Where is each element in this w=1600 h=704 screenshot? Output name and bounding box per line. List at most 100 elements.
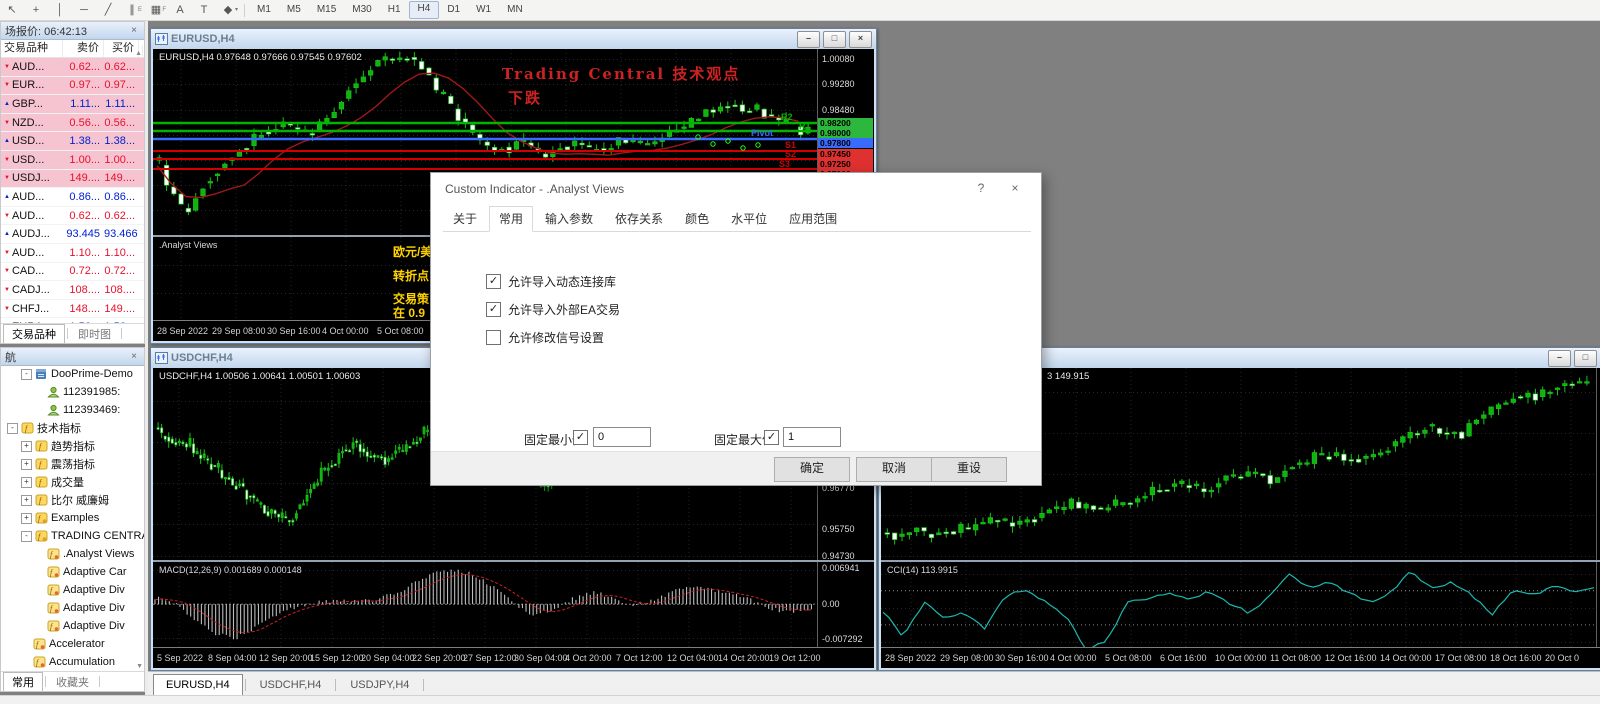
market-watch-tab-交易品种[interactable]: 交易品种 (3, 324, 65, 343)
fixed-max-checkbox[interactable]: ✓ (764, 430, 779, 445)
fixed-min-input[interactable]: 0 (593, 427, 651, 447)
navigator-tab-收藏夹[interactable]: 收藏夹 (48, 672, 97, 691)
tree-item-成交量[interactable]: +f成交量 (1, 473, 144, 491)
chart-tab-eurusd-h4[interactable]: EURUSD,H4 (153, 674, 243, 695)
column-header-0[interactable]: 交易品种 (1, 40, 63, 57)
maximize-button[interactable]: □ (823, 31, 846, 48)
symbol-row[interactable]: ▲AUD...0.86...0.86... (1, 188, 144, 207)
tree-item-accumulation[interactable]: fAccumulation (1, 653, 144, 671)
tool-cursor-icon[interactable]: ↖ (0, 1, 24, 19)
help-icon[interactable]: ? (973, 181, 989, 195)
tool-trendline-icon[interactable]: ╱ (96, 1, 120, 19)
maximize-button[interactable]: □ (1574, 350, 1597, 367)
dialog-tab-颜色[interactable]: 颜色 (675, 206, 719, 231)
symbol-row[interactable]: ▼EUR...0.97...0.97... (1, 77, 144, 96)
checkbox-unchecked[interactable] (486, 330, 501, 345)
tool-text-icon[interactable]: A (168, 1, 192, 19)
symbol-row[interactable]: ▼AUD...0.62...0.62... (1, 58, 144, 77)
chart-tab-usdjpy-h4[interactable]: USDJPY,H4 (338, 675, 421, 695)
close-button[interactable]: × (849, 31, 872, 48)
close-icon[interactable]: × (128, 25, 140, 36)
tree-item-技术指标[interactable]: -f技术指标 (1, 419, 144, 437)
time-axis-usdjpy[interactable]: 28 Sep 202229 Sep 08:0030 Sep 16:004 Oct… (881, 647, 1600, 668)
reset-button[interactable]: 重设 (931, 457, 1007, 482)
symbol-row[interactable]: ▲AUDJ...93.44593.466 (1, 225, 144, 244)
tree-item-adaptive-div[interactable]: fAdaptive Div (1, 599, 144, 617)
expand-toggle[interactable]: - (21, 531, 32, 542)
tool-text-label-icon[interactable]: T (192, 1, 216, 19)
column-header-1[interactable]: 卖价 (63, 40, 104, 57)
timeframe-mn-button[interactable]: MN (499, 2, 531, 18)
tree-item-dooprime-demo[interactable]: -DooPrime-Demo (1, 365, 144, 383)
tool-equidistant-channel-icon[interactable]: ∥E (120, 1, 144, 19)
tree-item--analyst-views[interactable]: f.Analyst Views (1, 545, 144, 563)
tool-fibonacci-icon[interactable]: ▦F (144, 1, 168, 19)
close-icon[interactable]: × (128, 351, 140, 362)
tool-horizontal-line-icon[interactable]: ─ (72, 1, 96, 19)
dialog-tab-依存关系[interactable]: 依存关系 (605, 206, 673, 231)
tree-item-比尔-威廉姆[interactable]: +f比尔 威廉姆 (1, 491, 144, 509)
minimize-button[interactable]: – (797, 31, 820, 48)
expand-toggle[interactable]: + (21, 495, 32, 506)
timeframe-m15-button[interactable]: M15 (309, 2, 344, 18)
expand-toggle[interactable]: - (7, 423, 18, 434)
fixed-max-input[interactable]: 1 (783, 427, 841, 447)
tree-item-examples[interactable]: +fExamples (1, 509, 144, 527)
symbol-row[interactable]: ▼USDJ...149....149.... (1, 170, 144, 189)
tree-item-trading-central[interactable]: -fTRADING CENTRAL (1, 527, 144, 545)
panel-splitter[interactable] (145, 20, 148, 695)
tree-item-adaptive-div[interactable]: fAdaptive Div (1, 617, 144, 635)
dialog-tab-应用范围[interactable]: 应用范围 (779, 206, 847, 231)
symbol-row[interactable]: ▲USD...1.38...1.38... (1, 132, 144, 151)
tree-item-112393469-[interactable]: 112393469: (1, 401, 144, 419)
minimize-button[interactable]: – (1548, 350, 1571, 367)
expand-toggle[interactable]: + (21, 513, 32, 524)
close-icon[interactable]: × (1007, 181, 1023, 195)
dialog-tab-常用[interactable]: 常用 (489, 206, 533, 232)
expand-toggle[interactable]: + (21, 459, 32, 470)
symbol-row[interactable]: ▼USD...1.00...1.00... (1, 151, 144, 170)
expand-toggle[interactable]: - (21, 369, 32, 380)
scroll-down-icon[interactable]: ▼ (136, 663, 143, 670)
tree-item-112391985-[interactable]: 112391985: (1, 383, 144, 401)
navigator-tab-常用[interactable]: 常用 (3, 672, 43, 691)
tree-item-趋势指标[interactable]: +f趋势指标 (1, 437, 144, 455)
expand-toggle[interactable]: + (21, 477, 32, 488)
window-titlebar-eurusd[interactable]: EURUSD,H4 –□× (151, 29, 876, 49)
tool-shapes-icon[interactable]: ◆▾ (216, 1, 240, 19)
navigator-titlebar[interactable]: 航 × (1, 348, 144, 366)
timeframe-h1-button[interactable]: H1 (380, 2, 409, 18)
time-axis-usdchf[interactable]: 5 Sep 20228 Sep 04:0012 Sep 20:0015 Sep … (153, 647, 874, 668)
tool-vertical-line-icon[interactable]: │ (48, 1, 72, 19)
tree-item-adaptive-car[interactable]: fAdaptive Car (1, 563, 144, 581)
chart-tab-usdchf-h4[interactable]: USDCHF,H4 (248, 675, 334, 695)
symbol-row[interactable]: ▼CHFJ...148....149.... (1, 300, 144, 319)
tree-item-accelerator[interactable]: fAccelerator (1, 635, 144, 653)
tree-item-adaptive-div[interactable]: fAdaptive Div (1, 581, 144, 599)
ok-button[interactable]: 确定 (774, 457, 850, 482)
dialog-tab-水平位[interactable]: 水平位 (721, 206, 777, 231)
column-header-2[interactable]: 买价 (104, 40, 139, 57)
symbol-row[interactable]: ▲GBP...1.11...1.11... (1, 95, 144, 114)
symbol-row[interactable]: ▼CADJ...108....108.... (1, 281, 144, 300)
expand-toggle[interactable]: + (21, 441, 32, 452)
checkbox-checked[interactable]: ✓ (486, 302, 501, 317)
timeframe-m5-button[interactable]: M5 (279, 2, 309, 18)
fixed-min-checkbox[interactable]: ✓ (573, 430, 588, 445)
symbol-row[interactable]: ▼AUD...1.10...1.10... (1, 244, 144, 263)
pane-splitter[interactable] (881, 560, 1600, 562)
market-watch-tab-即时图[interactable]: 即时图 (70, 324, 119, 343)
dialog-titlebar[interactable]: Custom Indicator - .Analyst Views (431, 173, 1041, 205)
dialog-tab-输入参数[interactable]: 输入参数 (535, 206, 603, 231)
symbol-row[interactable]: ▼AUD...0.62...0.62... (1, 207, 144, 226)
checkbox-checked[interactable]: ✓ (486, 274, 501, 289)
timeframe-m30-button[interactable]: M30 (344, 2, 379, 18)
dialog-tab-关于[interactable]: 关于 (443, 206, 487, 231)
timeframe-w1-button[interactable]: W1 (468, 2, 499, 18)
pane-splitter[interactable] (153, 560, 874, 562)
symbol-row[interactable]: ▼CAD...0.72...0.72... (1, 263, 144, 282)
timeframe-h4-button[interactable]: H4 (409, 1, 440, 19)
market-watch-titlebar[interactable]: 场报价: 06:42:13 × (1, 22, 144, 40)
symbol-row[interactable]: ▼NZD...0.56...0.56... (1, 114, 144, 133)
timeframe-m1-button[interactable]: M1 (249, 2, 279, 18)
